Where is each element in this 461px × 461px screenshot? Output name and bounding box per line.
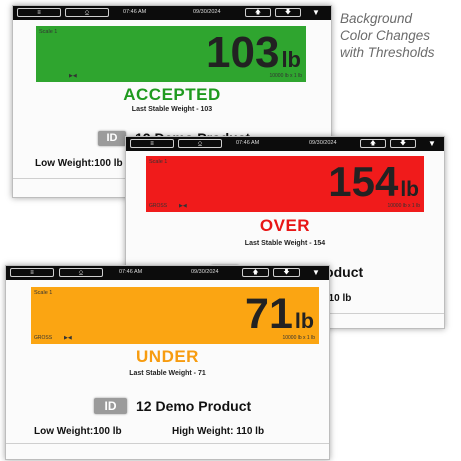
scale-icon: ⎐ — [78, 269, 84, 276]
low-weight: Low Weight:100 lb — [34, 426, 122, 437]
weight-unit: lb — [400, 178, 419, 201]
scale-icon: ⎐ — [197, 140, 203, 147]
menu-button[interactable]: ≡ — [10, 268, 54, 277]
caption: Background Color Changes with Thresholds — [340, 10, 458, 61]
low-weight: Low Weight:100 lb — [35, 158, 123, 169]
scale-button[interactable]: ⎐ — [65, 8, 109, 17]
down-button[interactable]: 🡇 — [390, 139, 416, 148]
weight-unit: lb — [294, 309, 314, 333]
time-display: 07:46 AM — [236, 140, 260, 146]
menu-button[interactable]: ≡ — [130, 139, 174, 148]
up-button[interactable]: 🡅 — [242, 268, 269, 277]
time-display: 07:46 AM — [123, 9, 147, 15]
arrow-up-icon: 🡅 — [252, 269, 259, 276]
weight-readout: 71lb — [245, 293, 314, 336]
menu-icon: ≡ — [150, 140, 154, 147]
weight-panel: Scale 1 71lb GROSS ▶◀ 10000 lb x 1 lb — [31, 287, 319, 344]
date-display: 09/30/2024 — [309, 140, 337, 146]
weight-panel: Scale 1 103lb ▶◀ 10000 lb x 1 lb — [36, 26, 306, 82]
gross-label: GROSS — [34, 335, 53, 341]
wifi-icon: ▼ — [428, 139, 436, 148]
wifi-icon: ▼ — [312, 8, 320, 17]
capacity-label: 10000 lb x 1 lb — [269, 73, 302, 79]
gross-label: GROSS — [149, 203, 168, 209]
date-display: 09/30/2024 — [193, 9, 221, 15]
status-text: OVER — [259, 216, 311, 235]
weight-readout: 154lb — [328, 161, 419, 203]
up-button[interactable]: 🡅 — [245, 8, 271, 17]
menu-icon: ≡ — [37, 9, 41, 16]
scale-button[interactable]: ⎐ — [59, 268, 103, 277]
arrow-up-icon: 🡅 — [254, 9, 262, 16]
zero-icon: ▶◀ — [179, 203, 187, 209]
weight-value: 154 — [328, 158, 399, 205]
id-button[interactable]: ID — [94, 398, 127, 414]
arrow-down-icon: 🡇 — [399, 140, 407, 147]
zero-icon: ▶◀ — [69, 73, 77, 79]
status-text: ACCEPTED — [123, 85, 221, 104]
scale-label: Scale 1 — [149, 159, 168, 165]
scale-icon: ⎐ — [84, 9, 90, 16]
weight-panel: Scale 1 154lb GROSS ▶◀ 10000 lb x 1 lb — [146, 156, 424, 212]
caption-line-3: with Thresholds — [340, 45, 435, 60]
last-stable-weight: Last Stable Weight - 103 — [131, 106, 213, 113]
arrow-down-icon: 🡇 — [284, 9, 292, 16]
high-weight: High Weight: 110 lb — [172, 426, 265, 437]
scale-label: Scale 1 — [34, 290, 53, 296]
top-bar: ≡ ⎐ 07:46 AM 09/30/2024 🡅 🡇 ▼ — [126, 137, 444, 151]
scale-label: Scale 1 — [39, 29, 58, 35]
caption-line-2: Color Changes — [340, 28, 431, 43]
zero-icon: ▶◀ — [64, 335, 72, 341]
top-bar: ≡ ⎐ 07:46 AM 09/30/2024 🡅 🡇 ▼ — [13, 6, 331, 20]
down-button[interactable]: 🡇 — [275, 8, 301, 17]
down-button[interactable]: 🡇 — [273, 268, 300, 277]
id-row: ID 12 Demo Product — [94, 398, 251, 414]
caption-line-1: Background — [340, 11, 413, 26]
product-name: 12 Demo Product — [136, 398, 252, 414]
weight-value: 71 — [245, 290, 293, 338]
wifi-icon: ▼ — [312, 268, 320, 277]
last-stable-weight: Last Stable Weight - 71 — [129, 370, 206, 377]
capacity-label: 10000 lb x 1 lb — [387, 203, 420, 209]
up-button[interactable]: 🡅 — [360, 139, 386, 148]
status-text: UNDER — [136, 347, 199, 366]
weight-unit: lb — [281, 47, 301, 72]
capacity-label: 10000 lb x 1 lb — [282, 335, 315, 341]
divider — [6, 443, 329, 444]
screen-under: ≡ ⎐ 07:46 AM 09/30/2024 🡅 🡇 ▼ Scale 1 71… — [5, 265, 330, 460]
date-display: 09/30/2024 — [191, 269, 219, 275]
menu-icon: ≡ — [30, 269, 34, 276]
scale-button[interactable]: ⎐ — [178, 139, 222, 148]
id-button[interactable]: ID — [98, 130, 126, 146]
weight-readout: 103lb — [206, 31, 301, 75]
arrow-down-icon: 🡇 — [283, 269, 290, 276]
arrow-up-icon: 🡅 — [369, 140, 377, 147]
last-stable-weight: Last Stable Weight - 154 — [244, 240, 326, 247]
weight-value: 103 — [206, 28, 280, 77]
menu-button[interactable]: ≡ — [17, 8, 61, 17]
top-bar: ≡ ⎐ 07:46 AM 09/30/2024 🡅 🡇 ▼ — [6, 266, 329, 280]
time-display: 07:46 AM — [119, 269, 143, 275]
